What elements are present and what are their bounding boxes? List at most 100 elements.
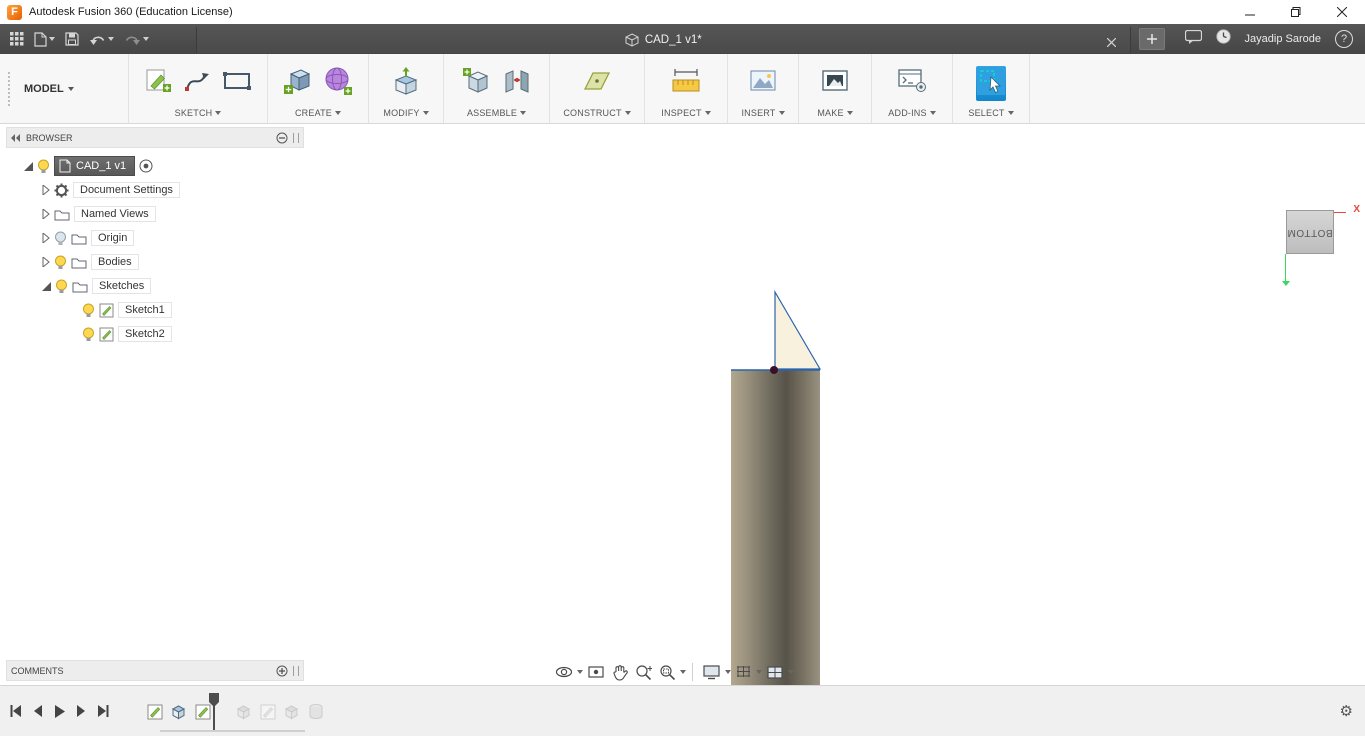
insert-menu[interactable]: INSERT bbox=[741, 108, 785, 120]
inspect-menu[interactable]: INSPECT bbox=[661, 108, 711, 120]
expander-expanded-icon[interactable] bbox=[24, 161, 33, 171]
tree-item-label[interactable]: Bodies bbox=[91, 254, 139, 270]
tree-row-sketch2[interactable]: Sketch2 bbox=[6, 322, 304, 346]
create-box-button[interactable] bbox=[283, 67, 311, 100]
timeline-feature-sketch1[interactable] bbox=[146, 703, 163, 720]
tree-row-bodies[interactable]: Bodies bbox=[6, 250, 304, 274]
new-tab-button[interactable] bbox=[1138, 28, 1165, 50]
timeline-feature-suppressed-1[interactable] bbox=[235, 703, 252, 720]
addins-menu[interactable]: ADD-INS bbox=[888, 108, 936, 120]
workspace-switcher[interactable]: MODEL bbox=[0, 54, 128, 123]
visibility-bulb-icon[interactable] bbox=[55, 279, 68, 294]
visibility-bulb-icon[interactable] bbox=[82, 327, 95, 342]
visibility-bulb-off-icon[interactable] bbox=[54, 231, 67, 246]
tree-item-label[interactable]: Named Views bbox=[74, 206, 156, 222]
display-settings-caret-icon[interactable] bbox=[725, 670, 731, 674]
create-menu[interactable]: CREATE bbox=[295, 108, 342, 120]
play-button[interactable] bbox=[54, 704, 65, 718]
construct-menu[interactable]: CONSTRUCT bbox=[563, 108, 631, 120]
expander-collapsed-icon[interactable] bbox=[42, 185, 50, 195]
display-settings-button[interactable] bbox=[699, 662, 724, 682]
timeline-feature-suppressed-2[interactable] bbox=[259, 703, 276, 720]
close-button[interactable] bbox=[1319, 0, 1365, 24]
tree-row-document-settings[interactable]: Document Settings bbox=[6, 178, 304, 202]
modify-menu[interactable]: MODIFY bbox=[383, 108, 429, 120]
save-button[interactable] bbox=[65, 32, 79, 46]
expander-collapsed-icon[interactable] bbox=[42, 257, 50, 267]
scripts-addins-button[interactable] bbox=[897, 68, 927, 98]
timeline-feature-suppressed-4[interactable] bbox=[307, 703, 324, 720]
fit-caret-icon[interactable] bbox=[680, 670, 686, 674]
look-at-button[interactable] bbox=[584, 662, 608, 682]
tree-item-label[interactable]: Sketch2 bbox=[118, 326, 172, 342]
expander-expanded-icon[interactable] bbox=[42, 281, 51, 291]
make-button[interactable] bbox=[821, 69, 849, 98]
redo-button[interactable] bbox=[124, 33, 149, 46]
grid-snap-button[interactable] bbox=[732, 662, 755, 682]
plus-circle-icon[interactable] bbox=[276, 665, 288, 677]
orbit-caret-icon[interactable] bbox=[577, 670, 583, 674]
viewports-button[interactable] bbox=[763, 663, 787, 682]
viewcube[interactable]: X BOTTOM bbox=[1278, 204, 1362, 288]
tree-row-named-views[interactable]: Named Views bbox=[6, 202, 304, 226]
timeline-feature-extrude1[interactable] bbox=[170, 703, 187, 720]
visibility-bulb-icon[interactable] bbox=[82, 303, 95, 318]
press-pull-button[interactable] bbox=[392, 66, 420, 100]
tree-row-root[interactable]: CAD_1 v1 bbox=[6, 154, 304, 178]
measure-button[interactable] bbox=[671, 68, 701, 99]
comments-header[interactable]: COMMENTS bbox=[6, 660, 304, 681]
joint-button[interactable] bbox=[503, 68, 531, 99]
make-menu[interactable]: MAKE bbox=[817, 108, 853, 120]
tab-close-button[interactable] bbox=[1106, 34, 1117, 52]
toolbar-grip[interactable] bbox=[8, 71, 10, 106]
maximize-button[interactable] bbox=[1273, 0, 1319, 24]
job-status-button[interactable] bbox=[1215, 29, 1231, 49]
file-menu-button[interactable] bbox=[34, 31, 55, 47]
create-form-button[interactable] bbox=[323, 66, 353, 101]
grid-snap-caret-icon[interactable] bbox=[756, 670, 762, 674]
tree-item-label[interactable]: Document Settings bbox=[73, 182, 180, 198]
tree-item-label[interactable]: Origin bbox=[91, 230, 135, 246]
viewports-caret-icon[interactable] bbox=[788, 670, 794, 674]
orbit-button[interactable] bbox=[552, 661, 576, 683]
sketch-vertex-point[interactable] bbox=[770, 366, 778, 374]
construct-plane-button[interactable] bbox=[581, 68, 613, 99]
minimize-button[interactable] bbox=[1227, 0, 1273, 24]
browser-grip[interactable] bbox=[293, 132, 299, 143]
tree-row-origin[interactable]: Origin bbox=[6, 226, 304, 250]
undo-button[interactable] bbox=[89, 33, 114, 46]
timeline-scrubber[interactable] bbox=[208, 693, 220, 731]
root-component-chip[interactable]: CAD_1 v1 bbox=[54, 156, 136, 176]
collapse-panel-icon[interactable] bbox=[11, 133, 21, 142]
pan-button[interactable] bbox=[609, 662, 631, 683]
timeline-feature-suppressed-3[interactable] bbox=[283, 703, 300, 720]
activate-radio-icon[interactable] bbox=[139, 159, 153, 173]
comments-button[interactable] bbox=[1184, 29, 1202, 49]
sketch-menu[interactable]: SKETCH bbox=[175, 108, 222, 120]
timeline-scroll-track[interactable] bbox=[160, 730, 305, 732]
tree-item-label[interactable]: Sketches bbox=[92, 278, 152, 294]
sketch-spline-button[interactable] bbox=[184, 69, 210, 98]
assemble-menu[interactable]: ASSEMBLE bbox=[467, 108, 527, 120]
sketch-triangle[interactable] bbox=[774, 289, 822, 370]
viewcube-face[interactable]: BOTTOM bbox=[1286, 210, 1334, 254]
username-menu[interactable]: Jayadip Sarode bbox=[1245, 33, 1321, 45]
visibility-bulb-icon[interactable] bbox=[37, 159, 50, 174]
select-button[interactable] bbox=[976, 65, 1006, 101]
app-launcher-button[interactable] bbox=[10, 32, 24, 46]
browser-header[interactable]: BROWSER bbox=[6, 127, 304, 148]
new-component-button[interactable] bbox=[462, 67, 491, 100]
fit-button[interactable] bbox=[656, 662, 679, 683]
select-menu[interactable]: SELECT bbox=[968, 108, 1014, 120]
comments-grip[interactable] bbox=[293, 665, 299, 676]
visibility-bulb-icon[interactable] bbox=[54, 255, 67, 270]
insert-canvas-button[interactable] bbox=[749, 69, 777, 98]
step-forward-button[interactable] bbox=[76, 705, 86, 717]
create-sketch-button[interactable] bbox=[145, 67, 172, 99]
step-back-button[interactable] bbox=[33, 705, 43, 717]
expander-collapsed-icon[interactable] bbox=[42, 209, 50, 219]
go-to-start-button[interactable] bbox=[10, 705, 22, 717]
minus-circle-icon[interactable] bbox=[276, 132, 288, 144]
sketch-rectangle-button[interactable] bbox=[222, 70, 252, 97]
tree-row-sketches[interactable]: Sketches bbox=[6, 274, 304, 298]
